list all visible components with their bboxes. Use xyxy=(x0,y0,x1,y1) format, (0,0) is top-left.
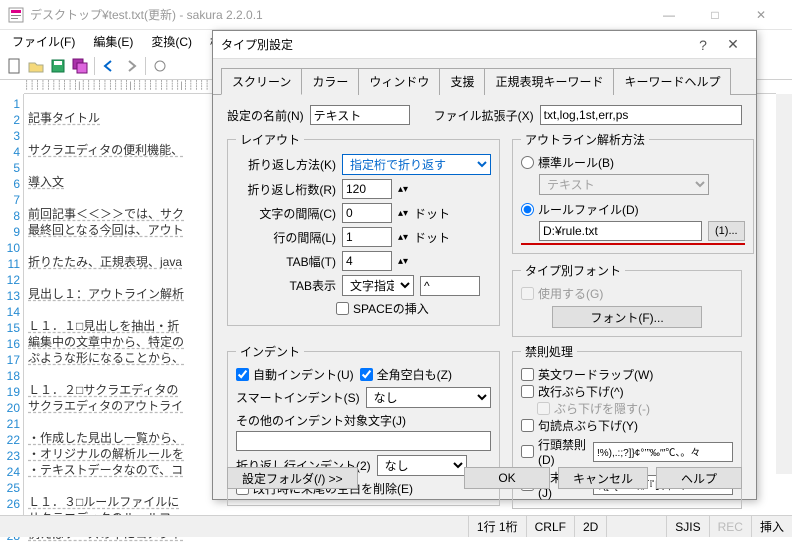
outline-rulefile-radio[interactable]: ルールファイル(D) xyxy=(521,201,745,218)
status-ins: 挿入 xyxy=(751,516,792,537)
head-kinsoku-input[interactable] xyxy=(593,442,733,462)
menu-convert[interactable]: 変換(C) xyxy=(143,31,200,52)
space-insert-check[interactable]: SPACEの挿入 xyxy=(336,300,429,317)
window-title: デスクトップ¥test.txt(更新) - sakura 2.2.0.1 xyxy=(30,6,646,23)
app-icon xyxy=(8,7,24,23)
ok-button[interactable]: OK xyxy=(464,467,550,489)
status-crlf: CRLF xyxy=(526,516,574,537)
help-button[interactable]: ヘルプ xyxy=(656,467,742,489)
tab-keyword-help[interactable]: キーワードヘルプ xyxy=(613,68,731,95)
new-file-icon[interactable] xyxy=(4,56,24,76)
dialog-close-icon[interactable]: ✕ xyxy=(718,36,748,53)
ext-input[interactable] xyxy=(540,105,742,125)
punct-check[interactable]: 句読点ぶら下げ(Y) xyxy=(521,417,733,434)
undo-icon[interactable] xyxy=(99,56,119,76)
dialog-title: タイプ別設定 xyxy=(221,36,688,53)
charspace-input[interactable] xyxy=(342,203,392,223)
burasage-check[interactable]: 改行ぶら下げ(^) xyxy=(521,383,733,400)
status-rec: REC xyxy=(709,516,751,537)
minimize-button[interactable]: ― xyxy=(646,0,692,30)
tab-color[interactable]: カラー xyxy=(301,68,359,95)
wordwrap-check[interactable]: 英文ワードラップ(W) xyxy=(521,366,733,383)
name-input[interactable] xyxy=(310,105,410,125)
rulefile-browse-button[interactable]: (1)... xyxy=(708,221,745,241)
outline-std-radio[interactable]: 標準ルール(B) xyxy=(521,154,745,171)
other-indent-input[interactable] xyxy=(236,431,491,451)
typefont-use-check[interactable]: 使用する(G) xyxy=(521,285,733,302)
smartindent-select[interactable]: なし xyxy=(366,387,491,408)
dialog-help-icon[interactable]: ? xyxy=(688,37,718,53)
tab-support[interactable]: 支援 xyxy=(439,68,485,95)
tool-icon[interactable] xyxy=(150,56,170,76)
font-button[interactable]: フォント(F)... xyxy=(552,306,702,328)
tabchar-input[interactable] xyxy=(420,276,480,296)
linespace-input[interactable] xyxy=(342,227,392,247)
zenkaku-check[interactable]: 全角空白も(Z) xyxy=(360,366,452,383)
window-titlebar: デスクトップ¥test.txt(更新) - sakura 2.2.0.1 ― □… xyxy=(0,0,792,30)
open-icon[interactable] xyxy=(26,56,46,76)
tab-regex-keyword[interactable]: 正規表現キーワード xyxy=(484,68,614,95)
wrapcols-input[interactable] xyxy=(342,179,392,199)
outline-group: アウトライン解析方法 標準ルール(B) テキスト ルールファイル(D) (1).… xyxy=(512,131,754,254)
tab-screen[interactable]: スクリーン xyxy=(221,68,302,95)
ext-label: ファイル拡張子(X) xyxy=(434,107,534,124)
outline-std-select: テキスト xyxy=(539,174,709,195)
line-gutter: 1234567891011121314151617181920212223242… xyxy=(0,94,24,515)
layout-group: レイアウト 折り返し方法(K) 指定桁で折り返す 折り返し桁数(R) ▴▾ 文字… xyxy=(227,131,500,326)
vertical-scrollbar[interactable] xyxy=(776,94,792,474)
maximize-button[interactable]: □ xyxy=(692,0,738,30)
settings-folder-button[interactable]: 設定フォルダ(/) >> xyxy=(227,467,358,489)
tabdisp-select[interactable]: 文字指定 xyxy=(342,275,414,296)
rulefile-input[interactable] xyxy=(539,221,702,241)
status-sel: 2D xyxy=(574,516,606,537)
autoindent-check[interactable]: 自動インデント(U) xyxy=(236,366,354,383)
typefont-group: タイプ別フォント 使用する(G) フォント(F)... xyxy=(512,262,742,337)
menu-edit[interactable]: 編集(E) xyxy=(85,31,141,52)
tabwidth-input[interactable] xyxy=(342,251,392,271)
save-icon[interactable] xyxy=(48,56,68,76)
status-pos: 1行 1桁 xyxy=(468,516,526,537)
redo-icon[interactable] xyxy=(121,56,141,76)
menu-file[interactable]: ファイル(F) xyxy=(4,31,83,52)
name-label: 設定の名前(N) xyxy=(227,107,304,124)
layout-legend: レイアウト xyxy=(236,131,304,148)
hide-burasage-check: ぶら下げを隠す(-) xyxy=(521,400,733,417)
dialog-tabs: スクリーン カラー ウィンドウ 支援 正規表現キーワード キーワードヘルプ xyxy=(213,59,756,95)
head-kinsoku-check[interactable]: 行頭禁則(D) xyxy=(521,436,587,467)
cancel-button[interactable]: キャンセル xyxy=(558,467,648,489)
wrapmethod-select[interactable]: 指定桁で折り返す xyxy=(342,154,491,175)
status-enc: SJIS xyxy=(666,516,708,537)
dialog-titlebar: タイプ別設定 ? ✕ xyxy=(213,31,756,59)
close-button[interactable]: ✕ xyxy=(738,0,784,30)
save-all-icon[interactable] xyxy=(70,56,90,76)
tab-window[interactable]: ウィンドウ xyxy=(358,68,440,95)
type-settings-dialog: タイプ別設定 ? ✕ スクリーン カラー ウィンドウ 支援 正規表現キーワード … xyxy=(212,30,757,500)
